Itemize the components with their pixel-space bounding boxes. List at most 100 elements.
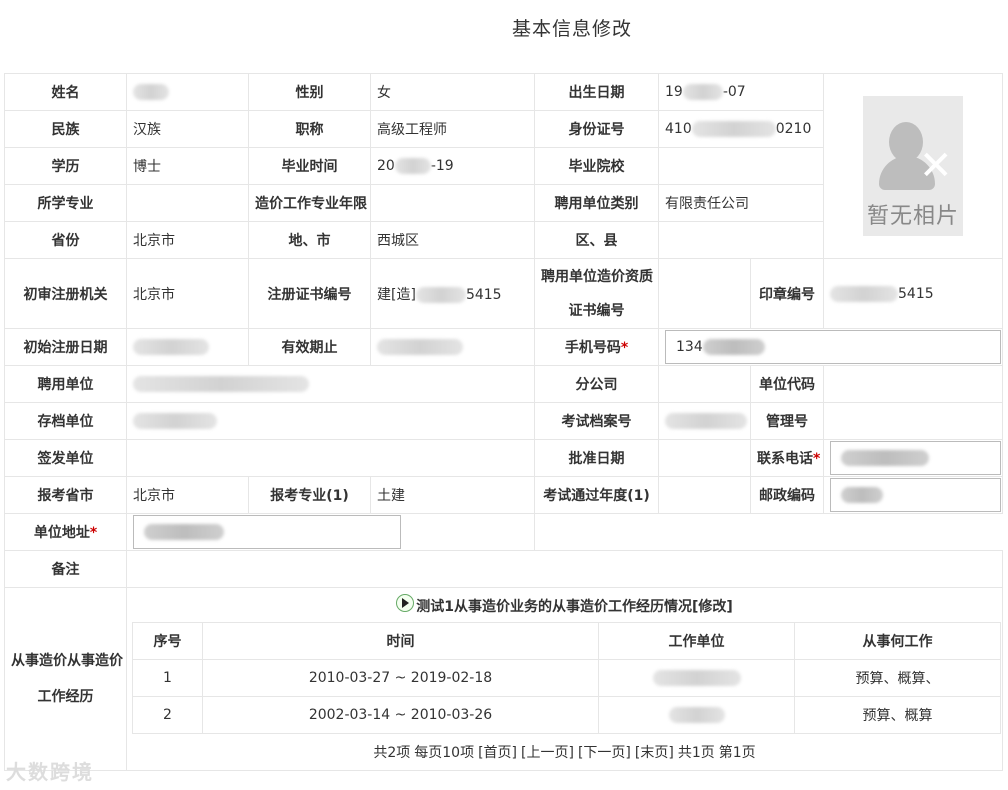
archive-unit-value bbox=[126, 402, 535, 440]
exam-file-label: 考试档案号 bbox=[534, 402, 659, 440]
experience-cell: 测试1从事造价业务的从事造价工作经历情况[修改] 序号 时间 工作单位 从事何工… bbox=[125, 587, 1004, 771]
experience-label: 从事造价从事造价 工作经历 bbox=[4, 587, 127, 771]
contact-phone-input[interactable] bbox=[830, 441, 1002, 475]
pager-total: 共2项 bbox=[373, 745, 411, 761]
name-label: 姓名 bbox=[4, 73, 127, 111]
grad-time-label: 毕业时间 bbox=[248, 147, 371, 185]
ethnic-label: 民族 bbox=[4, 110, 127, 148]
page-title: 基本信息修改 bbox=[511, 18, 632, 40]
province-value: 北京市 bbox=[126, 221, 249, 259]
emp-type-label: 聘用单位类别 bbox=[534, 184, 659, 222]
postcode-cell bbox=[823, 476, 1004, 514]
pager-per-page: 每页10项 bbox=[414, 745, 475, 761]
cert-no-value: 建[造] 5415 bbox=[370, 258, 535, 329]
seal-value: 5415 bbox=[823, 258, 1004, 329]
contact-phone-label: 联系电话* bbox=[749, 439, 825, 477]
unit-code-label: 单位代码 bbox=[749, 365, 825, 403]
watermark: 大数跨境 bbox=[6, 760, 94, 784]
id-label: 身份证号 bbox=[534, 110, 659, 148]
exam-major-value: 土建 bbox=[370, 476, 535, 514]
unit-code-value bbox=[823, 365, 1004, 403]
experience-table: 序号 时间 工作单位 从事何工作 1 2010-03-27 ~ 2019-02-… bbox=[132, 622, 1001, 734]
postcode-label: 邮政编码 bbox=[749, 476, 825, 514]
pager-last[interactable]: [末页] bbox=[635, 745, 674, 761]
grad-time-value: 20 -19 bbox=[370, 147, 535, 185]
approve-date-label: 批准日期 bbox=[534, 439, 659, 477]
experience-header-row: 序号 时间 工作单位 从事何工作 bbox=[132, 622, 1001, 660]
province-label: 省份 bbox=[4, 221, 127, 259]
photo-placeholder: ✕ 暂无相片 bbox=[863, 96, 964, 236]
pager-next[interactable]: [下一页] bbox=[578, 745, 631, 761]
gender-label: 性别 bbox=[248, 73, 371, 111]
table-row: 1 2010-03-27 ~ 2019-02-18 预算、概算、 bbox=[132, 659, 1001, 697]
branch-value bbox=[658, 365, 751, 403]
employer-label: 聘用单位 bbox=[4, 365, 127, 403]
unit-address-cell bbox=[126, 513, 535, 551]
valid-until-value bbox=[370, 328, 535, 366]
init-reg-date-label: 初始注册日期 bbox=[4, 328, 127, 366]
phone-label: 手机号码* bbox=[534, 328, 659, 366]
exam-pass-year-value bbox=[658, 476, 751, 514]
birth-value: 19 -07 bbox=[657, 73, 825, 111]
city-label: 地、市 bbox=[248, 221, 371, 259]
exam-province-label: 报考省市 bbox=[4, 476, 127, 514]
remark-label: 备注 bbox=[4, 550, 127, 588]
phone-cell: 134 bbox=[657, 328, 1004, 366]
mgmt-no-label: 管理号 bbox=[749, 402, 825, 440]
school-label: 毕业院校 bbox=[534, 147, 659, 185]
pager-current: 第1页 bbox=[718, 745, 756, 761]
emp-type-value: 有限责任公司 bbox=[657, 184, 825, 222]
unit-address-label: 单位地址* bbox=[4, 513, 127, 551]
photo-cell: ✕ 暂无相片 bbox=[823, 73, 1004, 259]
phone-input[interactable]: 134 bbox=[665, 330, 1002, 364]
col-unit: 工作单位 bbox=[598, 622, 795, 660]
reg-org-label: 初审注册机关 bbox=[4, 258, 127, 329]
contact-phone-cell bbox=[823, 439, 1004, 477]
reg-org-value: 北京市 bbox=[126, 258, 249, 329]
init-reg-date-value bbox=[126, 328, 249, 366]
play-icon[interactable] bbox=[396, 594, 415, 612]
col-time: 时间 bbox=[202, 622, 599, 660]
cert-no-label: 注册证书编号 bbox=[248, 258, 371, 329]
edu-label: 学历 bbox=[4, 147, 127, 185]
school-value bbox=[657, 147, 825, 185]
job-title-label: 职称 bbox=[248, 110, 371, 148]
exam-pass-year-label: 考试通过年度(1) bbox=[534, 476, 659, 514]
major-value bbox=[126, 184, 249, 222]
experience-edit-link[interactable]: 测试1从事造价业务的从事造价工作经历情况[修改] bbox=[416, 599, 733, 615]
job-title-value: 高级工程师 bbox=[370, 110, 535, 148]
branch-label: 分公司 bbox=[534, 365, 659, 403]
issue-unit-label: 签发单位 bbox=[4, 439, 127, 477]
qual-cert-value bbox=[658, 258, 751, 329]
county-label: 区、县 bbox=[534, 221, 659, 259]
birth-label: 出生日期 bbox=[534, 73, 659, 111]
unit-address-input[interactable] bbox=[133, 515, 401, 549]
valid-until-label: 有效期止 bbox=[248, 328, 371, 366]
issue-unit-value bbox=[126, 439, 535, 477]
approve-date-value bbox=[658, 439, 751, 477]
pager-first[interactable]: [首页] bbox=[478, 745, 517, 761]
qual-cert-label: 聘用单位造价资质 证书编号 bbox=[534, 258, 659, 329]
remark-value bbox=[125, 550, 1004, 588]
no-photo-text: 暂无相片 bbox=[867, 204, 960, 229]
mgmt-no-value bbox=[823, 402, 1004, 440]
pager-prev[interactable]: [上一页] bbox=[521, 745, 574, 761]
experience-heading: 测试1从事造价业务的从事造价工作经历情况[修改] bbox=[128, 589, 1002, 623]
pagination: 共2项 每页10项 [首页] [上一页] [下一页] [末页] 共1页 第1页 bbox=[128, 734, 1002, 770]
gender-value: 女 bbox=[370, 73, 535, 111]
seal-label: 印章编号 bbox=[749, 258, 825, 329]
exam-major-label: 报考专业(1) bbox=[248, 476, 371, 514]
edu-value: 博士 bbox=[126, 147, 249, 185]
info-table: 姓名 性别 女 出生日期 19 -07 ✕ 暂无相片 民族 汉族 职称 高级工程师… bbox=[4, 73, 1004, 771]
table-row: 2 2002-03-14 ~ 2010-03-26 预算、概算 bbox=[132, 696, 1001, 734]
employer-value bbox=[126, 365, 535, 403]
id-value: 410 0210 bbox=[657, 110, 825, 148]
exam-file-value bbox=[658, 402, 751, 440]
years-value bbox=[370, 184, 535, 222]
postcode-input[interactable] bbox=[830, 478, 1002, 512]
col-work: 从事何工作 bbox=[794, 622, 1001, 660]
col-no: 序号 bbox=[132, 622, 203, 660]
ethnic-value: 汉族 bbox=[126, 110, 249, 148]
exam-province-value: 北京市 bbox=[126, 476, 249, 514]
archive-unit-label: 存档单位 bbox=[4, 402, 127, 440]
